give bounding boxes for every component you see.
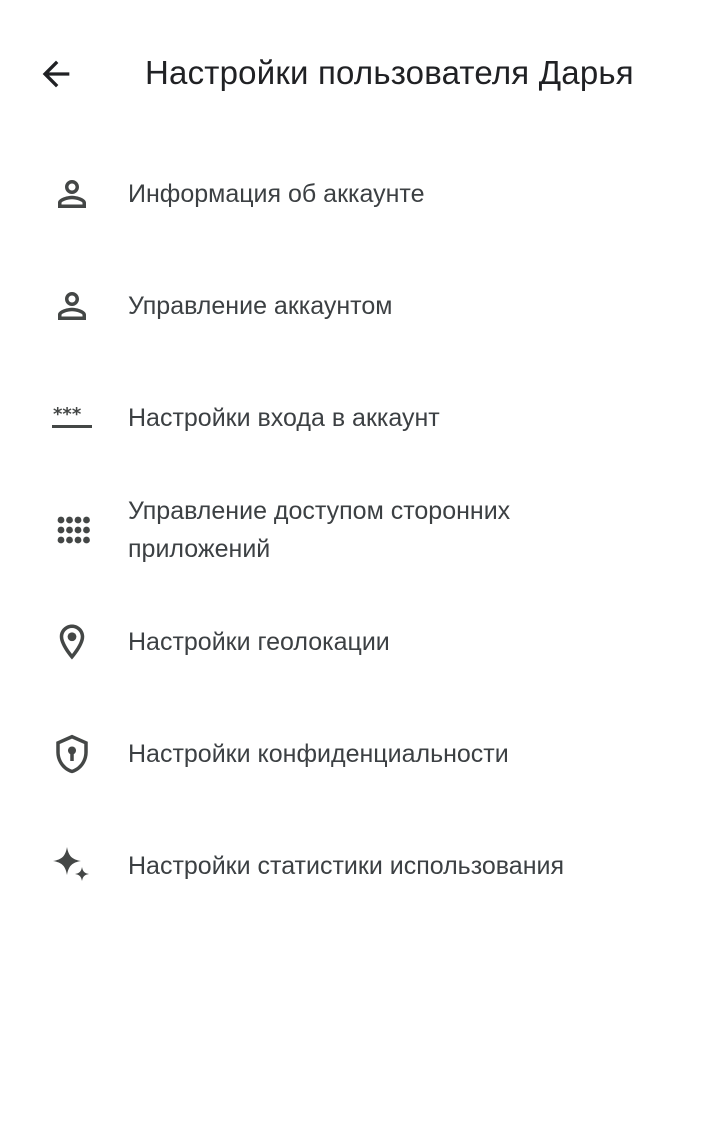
app-bar: Настройки пользователя Дарья — [0, 0, 720, 148]
location-pin-icon — [44, 614, 100, 670]
menu-item-third-party-access[interactable]: Управление доступом сторонних приложений — [0, 474, 720, 586]
shield-lock-icon — [44, 726, 100, 782]
apps-grid-icon — [44, 502, 100, 558]
menu-item-location-settings[interactable]: Настройки геолокации — [0, 586, 720, 698]
sparkle-icon — [44, 838, 100, 894]
menu-item-label: Управление аккаунтом — [128, 292, 393, 320]
page-title: Настройки пользователя Дарья — [145, 54, 634, 91]
menu-item-label: Управление доступом сторонних приложений — [128, 497, 511, 563]
password-icon: *** — [44, 390, 100, 446]
menu-item-label: Настройки геолокации — [128, 628, 390, 656]
menu-item-label: Настройки конфиденциальности — [128, 740, 509, 768]
back-button[interactable] — [26, 46, 86, 102]
person-outline-icon — [44, 278, 100, 334]
menu-item-label: Настройки статистики использования — [128, 852, 564, 880]
arrow-back-icon — [36, 54, 76, 94]
menu-item-label: Информация об аккаунте — [128, 180, 425, 208]
menu-item-account-management[interactable]: Управление аккаунтом — [0, 250, 720, 362]
menu-item-label: Настройки входа в аккаунт — [128, 404, 440, 432]
menu-item-account-info[interactable]: Информация об аккаунте — [0, 138, 720, 250]
person-outline-icon — [44, 166, 100, 222]
menu-item-privacy-settings[interactable]: Настройки конфиденциальности — [0, 698, 720, 810]
settings-menu: Информация об аккаунте Управление аккаун… — [0, 138, 720, 922]
menu-item-sign-in-settings[interactable]: *** Настройки входа в аккаунт — [0, 362, 720, 474]
menu-item-usage-stats-settings[interactable]: Настройки статистики использования — [0, 810, 720, 922]
svg-text:***: *** — [53, 404, 82, 425]
